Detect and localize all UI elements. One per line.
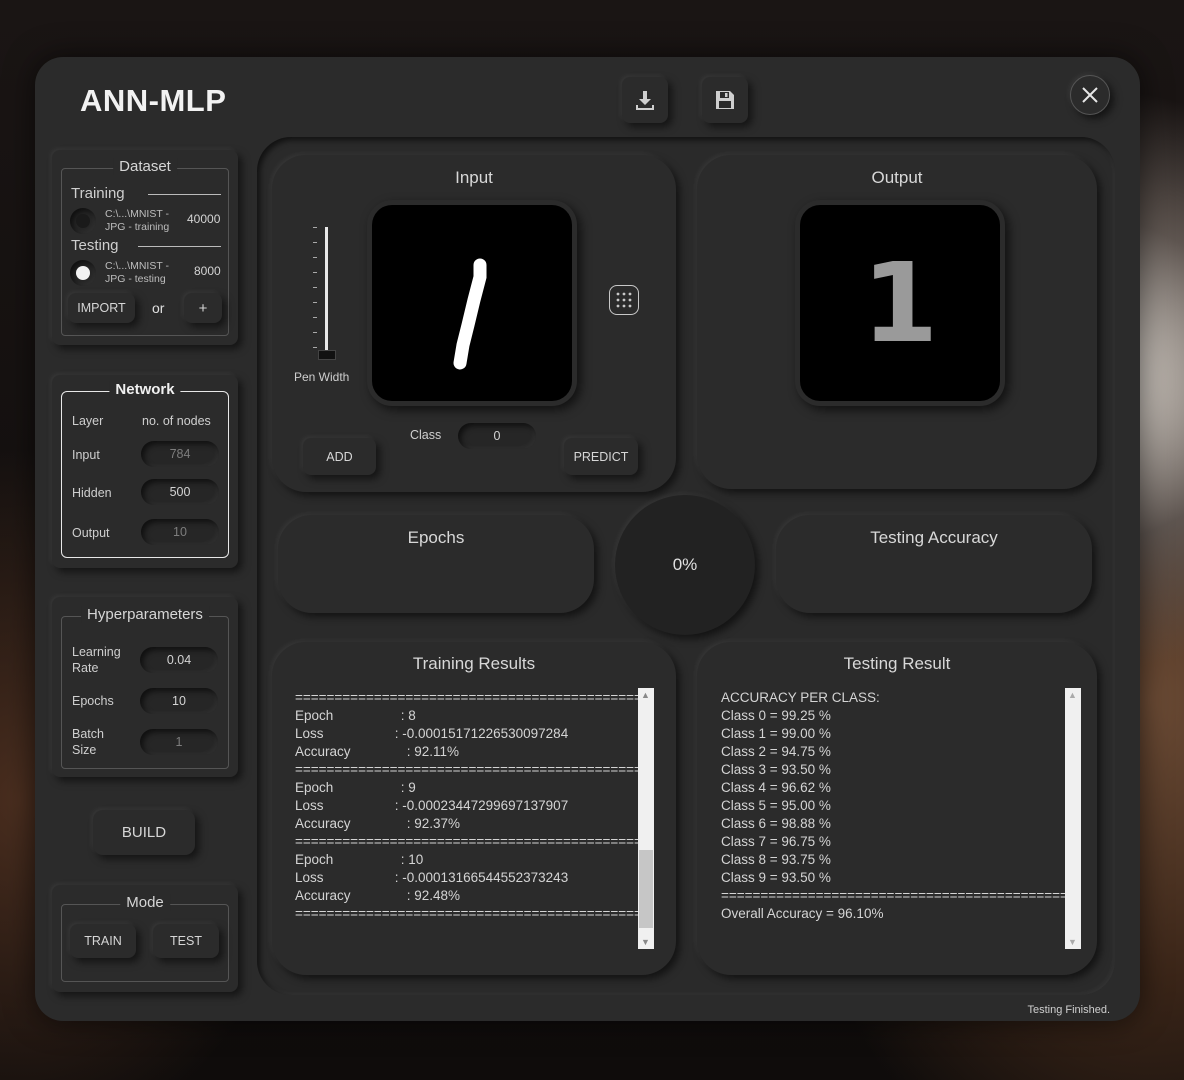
train-button[interactable]: TRAIN xyxy=(70,924,136,958)
epochs-field[interactable]: 10 xyxy=(140,688,218,714)
drawing-canvas[interactable] xyxy=(372,205,572,401)
testing-radio[interactable] xyxy=(70,260,96,286)
testing-result-title: Testing Result xyxy=(843,654,951,673)
input-nodes-field: 784 xyxy=(141,441,219,467)
add-dataset-button[interactable]: + xyxy=(184,293,222,323)
training-results-log[interactable]: ========================================… xyxy=(295,689,638,949)
input-layer-label: Input xyxy=(72,448,100,462)
network-panel: Network Layer no. of nodes Input 784 Hid… xyxy=(52,375,238,568)
pen-width-ticks xyxy=(313,227,317,352)
training-radio[interactable] xyxy=(70,208,96,234)
scroll-down-icon[interactable]: ▼ xyxy=(1068,937,1077,947)
training-count: 40000 xyxy=(187,212,221,226)
epochs-card: Epochs xyxy=(278,515,594,613)
input-card: Input Pen Width ADD Class 0 PREDICT xyxy=(272,155,676,492)
or-label: or xyxy=(152,300,165,316)
divider xyxy=(148,194,221,195)
hyperparameters-panel: Hyperparameters Learning Rate 0.04 Epoch… xyxy=(52,597,238,777)
batch-size-field: 1 xyxy=(140,729,218,755)
network-legend: Network xyxy=(109,381,181,398)
testing-result-card: Testing Result ACCURACY PER CLASS: Class… xyxy=(697,642,1097,975)
output-canvas: 1 xyxy=(800,205,1000,401)
grid-dots-button[interactable] xyxy=(609,285,639,315)
output-title: Output xyxy=(871,168,923,187)
hyperparameters-legend: Hyperparameters xyxy=(81,606,209,623)
download-icon xyxy=(636,91,654,110)
mode-legend: Mode xyxy=(120,894,170,911)
scrollbar-thumb[interactable] xyxy=(639,850,653,928)
progress-text: 0% xyxy=(672,555,698,574)
add-sample-button[interactable]: ADD xyxy=(303,438,376,475)
app-window: ANN-MLP Dataset Training C:\...\MNIST - … xyxy=(35,57,1140,1021)
input-title: Input xyxy=(455,168,493,187)
training-label: Training xyxy=(71,185,125,202)
import-button[interactable]: IMPORT xyxy=(68,293,135,323)
pen-width-label: Pen Width xyxy=(294,370,350,384)
close-icon xyxy=(1082,87,1098,103)
dataset-group: Dataset Training C:\...\MNIST - JPG - tr… xyxy=(61,158,229,336)
class-field[interactable]: 0 xyxy=(458,423,536,449)
app-title: ANN-MLP xyxy=(80,83,227,118)
training-results-title: Training Results xyxy=(412,654,536,673)
testing-result-log[interactable]: ACCURACY PER CLASS: Class 0 = 99.25 % Cl… xyxy=(721,689,1065,949)
class-label: Class xyxy=(410,428,442,442)
hidden-nodes-field[interactable]: 500 xyxy=(141,479,219,505)
epochs-label: Epochs xyxy=(72,694,114,708)
training-path: C:\...\MNIST - JPG - training xyxy=(105,208,170,233)
learning-rate-field[interactable]: 0.04 xyxy=(140,647,218,673)
download-button[interactable] xyxy=(622,77,668,123)
pen-width-slider-track xyxy=(325,227,328,352)
network-group: Network Layer no. of nodes Input 784 Hid… xyxy=(61,381,229,558)
training-results-card: Training Results =======================… xyxy=(272,642,676,975)
dataset-legend: Dataset xyxy=(113,158,177,175)
build-button[interactable]: BUILD xyxy=(93,810,195,855)
scroll-down-icon[interactable]: ▼ xyxy=(641,937,650,947)
grid-dots-icon xyxy=(616,292,632,308)
save-button[interactable] xyxy=(702,77,748,123)
testing-path: C:\...\MNIST - JPG - testing xyxy=(105,260,169,285)
hyperparameters-group: Hyperparameters Learning Rate 0.04 Epoch… xyxy=(61,606,229,769)
output-layer-label: Output xyxy=(72,526,110,540)
status-text: Testing Finished. xyxy=(1027,1004,1110,1016)
scroll-up-icon[interactable]: ▲ xyxy=(1068,690,1077,700)
predict-button[interactable]: PREDICT xyxy=(564,438,638,475)
mode-group: Mode TRAIN TEST xyxy=(61,894,229,982)
testing-count: 8000 xyxy=(194,264,221,278)
close-button[interactable] xyxy=(1070,75,1110,115)
drawn-digit xyxy=(453,258,487,370)
epochs-card-title: Epochs xyxy=(407,528,465,547)
progress-circle: 0% xyxy=(615,495,755,635)
testing-accuracy-card: Testing Accuracy xyxy=(776,515,1092,613)
nodes-header: no. of nodes xyxy=(142,414,211,428)
output-card: Output 1 xyxy=(697,155,1097,489)
predicted-digit: 1 xyxy=(861,239,939,367)
batch-size-label: Batch Size xyxy=(72,727,104,757)
mode-panel: Mode TRAIN TEST xyxy=(52,885,238,992)
testing-result-scrollbar[interactable]: ▲ ▼ xyxy=(1065,688,1081,949)
hidden-layer-label: Hidden xyxy=(72,486,112,500)
layer-header: Layer xyxy=(72,414,104,428)
dataset-panel: Dataset Training C:\...\MNIST - JPG - tr… xyxy=(52,150,238,345)
training-results-scrollbar[interactable]: ▲ ▼ xyxy=(638,688,654,949)
scroll-up-icon[interactable]: ▲ xyxy=(641,690,650,700)
testing-accuracy-title: Testing Accuracy xyxy=(870,528,998,547)
pen-width-slider-thumb[interactable] xyxy=(318,350,336,360)
testing-label: Testing xyxy=(71,237,119,254)
divider xyxy=(138,246,221,247)
learning-rate-label: Learning Rate xyxy=(72,645,121,675)
test-button[interactable]: TEST xyxy=(153,924,219,958)
output-nodes-field: 10 xyxy=(141,519,219,545)
floppy-disk-icon xyxy=(716,91,734,109)
